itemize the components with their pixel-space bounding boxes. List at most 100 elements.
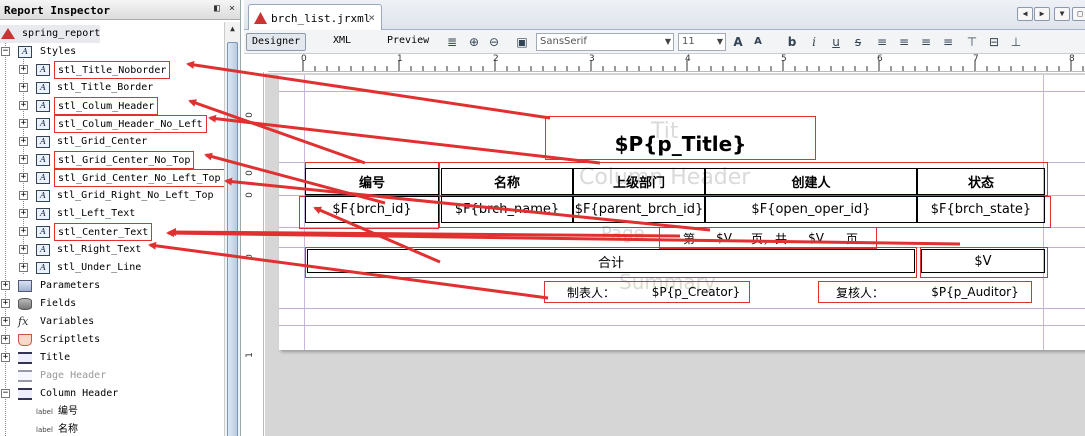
tree-node-title[interactable]: + Title [0, 349, 200, 367]
expand-toggle-icon[interactable]: + [1, 317, 10, 326]
zoom-in-icon[interactable]: ⊕ [466, 34, 482, 50]
tree-style-item[interactable]: + Astl_Grid_Center_No_Left_Top [0, 169, 224, 187]
designer-mode-button[interactable]: Designer [246, 33, 307, 51]
expand-toggle-icon[interactable]: + [1, 281, 10, 290]
column-header-cell[interactable]: 名称 [441, 168, 573, 195]
report-title-field[interactable]: $P{p_Title} [545, 129, 816, 159]
total-label-cell[interactable]: 合计 [307, 249, 915, 273]
detail-field-cell[interactable]: $F{parent_brch_id} [573, 196, 705, 223]
tree-style-item[interactable]: + Astl_Grid_Right_No_Left_Top [0, 187, 224, 205]
page-footer-text[interactable]: 页，共 [743, 229, 795, 247]
expand-toggle-icon[interactable]: + [19, 137, 28, 146]
tree-label-item[interactable]: label 编号 [0, 403, 200, 421]
font-family-select[interactable]: SansSerif ▼ [536, 33, 674, 51]
page-total-var[interactable]: $V [801, 229, 831, 247]
zoom-out-icon[interactable]: ⊖ [486, 34, 502, 50]
design-canvas[interactable]: Tit Column Header Page Summary $P{p_Titl… [265, 73, 1085, 436]
expand-toggle-icon[interactable]: + [19, 263, 28, 272]
tree-node-variables[interactable]: + fx Variables [0, 313, 200, 331]
page-footer-text[interactable]: 第 [675, 229, 703, 247]
minimize-panel-icon[interactable]: ◧ [211, 3, 223, 15]
expand-toggle-icon[interactable]: + [19, 83, 28, 92]
scrollbar-thumb[interactable] [227, 42, 238, 436]
expand-toggle-icon[interactable]: + [19, 155, 28, 164]
expand-toggle-icon[interactable]: + [19, 65, 28, 74]
tree-node-parameters[interactable]: + Parameters [0, 277, 200, 295]
valign-middle-icon[interactable]: ⊟ [986, 34, 1002, 50]
expand-toggle-icon[interactable]: + [19, 245, 28, 254]
tree-style-item[interactable]: + Astl_Colum_Header [0, 97, 220, 115]
tree-node-styles[interactable]: − A Styles [0, 43, 200, 61]
strikethrough-icon[interactable]: s [850, 34, 866, 50]
underline-icon[interactable]: u [828, 34, 844, 50]
page-footer-text[interactable]: 页 [837, 229, 867, 247]
column-header-cell[interactable]: 编号 [305, 168, 439, 195]
tree-node-label: Fields [40, 298, 77, 309]
tree-node-page-header[interactable]: Page Header [0, 367, 200, 385]
report-query-icon[interactable]: ▣ [514, 34, 530, 50]
italic-icon[interactable]: i [806, 34, 822, 50]
tab-brch-list[interactable]: brch_list.jrxml × [248, 4, 382, 30]
close-tab-icon[interactable]: × [368, 11, 375, 24]
expand-toggle-icon[interactable]: + [1, 353, 10, 362]
tree-label-item[interactable]: label 名称 [0, 421, 200, 436]
auditor-value[interactable]: $P{p_Auditor} [921, 283, 1029, 301]
valign-top-icon[interactable]: ⊤ [964, 34, 980, 50]
collapse-toggle-icon[interactable]: − [1, 47, 10, 56]
column-header-cell[interactable]: 上级部门 [573, 168, 705, 195]
tree-style-item[interactable]: + Astl_Grid_Center_No_Top [0, 151, 220, 169]
style-icon: A [36, 244, 50, 256]
valign-bottom-icon[interactable]: ⊥ [1008, 34, 1024, 50]
detail-field-cell[interactable]: $F{open_oper_id} [705, 196, 917, 223]
tree-node-fields[interactable]: + Fields [0, 295, 200, 313]
creator-label[interactable]: 制表人： [550, 283, 632, 301]
collapse-toggle-icon[interactable]: − [1, 389, 10, 398]
close-panel-icon[interactable]: × [226, 3, 238, 15]
detail-field-cell[interactable]: $F{brch_name} [441, 196, 573, 223]
expand-toggle-icon[interactable]: + [19, 209, 28, 218]
preview-mode-button[interactable]: Preview [382, 33, 434, 51]
inspector-scrollbar[interactable]: ▲ [224, 22, 240, 436]
total-value-cell[interactable]: $V [921, 249, 1045, 273]
detail-field-cell[interactable]: $F{brch_id} [305, 196, 439, 223]
data-source-icon[interactable]: ≣ [444, 34, 460, 50]
tree-style-item[interactable]: + Astl_Right_Text [0, 241, 220, 259]
detail-field-cell[interactable]: $F{brch_state} [917, 196, 1045, 223]
maximize-editor-icon[interactable]: □ [1072, 7, 1085, 21]
expand-toggle-icon[interactable]: + [19, 119, 28, 128]
align-center-icon[interactable]: ≡ [918, 34, 934, 50]
align-right-icon[interactable]: ≡ [940, 34, 956, 50]
column-header-cell[interactable]: 创建人 [705, 168, 917, 195]
column-header-cell[interactable]: 状态 [917, 168, 1045, 195]
font-shrink-icon[interactable]: A [750, 34, 766, 50]
align-justify-icon[interactable]: ≡ [896, 34, 912, 50]
tree-node-scriptlets[interactable]: + Scriptlets [0, 331, 200, 349]
tree-style-item[interactable]: + Astl_Title_Noborder [0, 61, 220, 79]
expand-toggle-icon[interactable]: + [19, 191, 28, 200]
expand-toggle-icon[interactable]: + [1, 299, 10, 308]
bold-icon[interactable]: b [784, 34, 800, 50]
tree-style-item[interactable]: + Astl_Center_Text [0, 223, 220, 241]
auditor-label[interactable]: 复核人： [819, 283, 901, 301]
font-size-select[interactable]: 11 ▼ [678, 33, 726, 51]
page-number-var[interactable]: $V [709, 229, 739, 247]
expand-toggle-icon[interactable]: + [19, 227, 28, 236]
creator-value[interactable]: $P{p_Creator} [645, 283, 747, 301]
expand-toggle-icon[interactable]: + [19, 173, 28, 182]
tree-style-item[interactable]: + Astl_Colum_Header_No_Left [0, 115, 220, 133]
tab-list-dropdown-icon[interactable]: ▼ [1054, 7, 1070, 21]
scroll-tabs-right-icon[interactable]: ▶ [1034, 7, 1050, 21]
tree-style-item[interactable]: + Astl_Left_Text [0, 205, 220, 223]
scroll-up-icon[interactable]: ▲ [227, 24, 238, 36]
tree-style-item[interactable]: + Astl_Title_Border [0, 79, 220, 97]
expand-toggle-icon[interactable]: + [1, 335, 10, 344]
expand-toggle-icon[interactable]: + [19, 101, 28, 110]
tree-style-item[interactable]: + Astl_Under_Line [0, 259, 220, 277]
tree-node-column-header[interactable]: − Column Header [0, 385, 200, 403]
scroll-tabs-left-icon[interactable]: ◀ [1017, 7, 1033, 21]
font-grow-icon[interactable]: A [730, 34, 746, 50]
tree-style-item[interactable]: + Astl_Grid_Center [0, 133, 220, 151]
align-left-icon[interactable]: ≡ [874, 34, 890, 50]
tree-root-node[interactable]: spring_report [0, 25, 100, 43]
xml-mode-button[interactable]: XML [328, 33, 356, 51]
